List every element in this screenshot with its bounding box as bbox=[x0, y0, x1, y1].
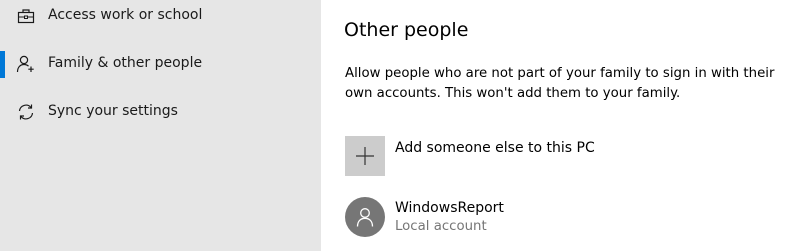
sync-icon bbox=[16, 103, 36, 121]
section-title: Other people bbox=[344, 19, 469, 41]
add-tile bbox=[345, 136, 385, 176]
add-someone-button[interactable]: Add someone else to this PC bbox=[345, 136, 791, 178]
sidebar-item-label: Sync your settings bbox=[48, 103, 178, 119]
account-name: WindowsReport bbox=[395, 200, 504, 216]
add-someone-label: Add someone else to this PC bbox=[395, 140, 595, 156]
avatar bbox=[345, 197, 385, 237]
account-row[interactable]: WindowsReport Local account bbox=[345, 196, 791, 240]
add-person-icon bbox=[16, 55, 36, 73]
sidebar-item-label: Family & other people bbox=[48, 55, 203, 71]
main-content: Other people Allow people who are not pa… bbox=[321, 0, 796, 251]
section-description: Allow people who are not part of your fa… bbox=[345, 66, 775, 101]
account-type: Local account bbox=[395, 219, 487, 234]
sidebar-item-sync-your-settings[interactable]: Sync your settings bbox=[0, 92, 321, 132]
settings-sidebar: Access work or school Family & other peo… bbox=[0, 0, 321, 251]
sidebar-item-label: Access work or school bbox=[48, 7, 203, 23]
plus-icon bbox=[356, 147, 374, 165]
user-avatar-icon bbox=[356, 208, 374, 227]
briefcase-icon bbox=[16, 7, 36, 25]
selected-indicator bbox=[0, 51, 5, 78]
sidebar-item-family-and-other-people[interactable]: Family & other people bbox=[0, 44, 321, 84]
sidebar-item-access-work-or-school[interactable]: Access work or school bbox=[0, 0, 321, 36]
